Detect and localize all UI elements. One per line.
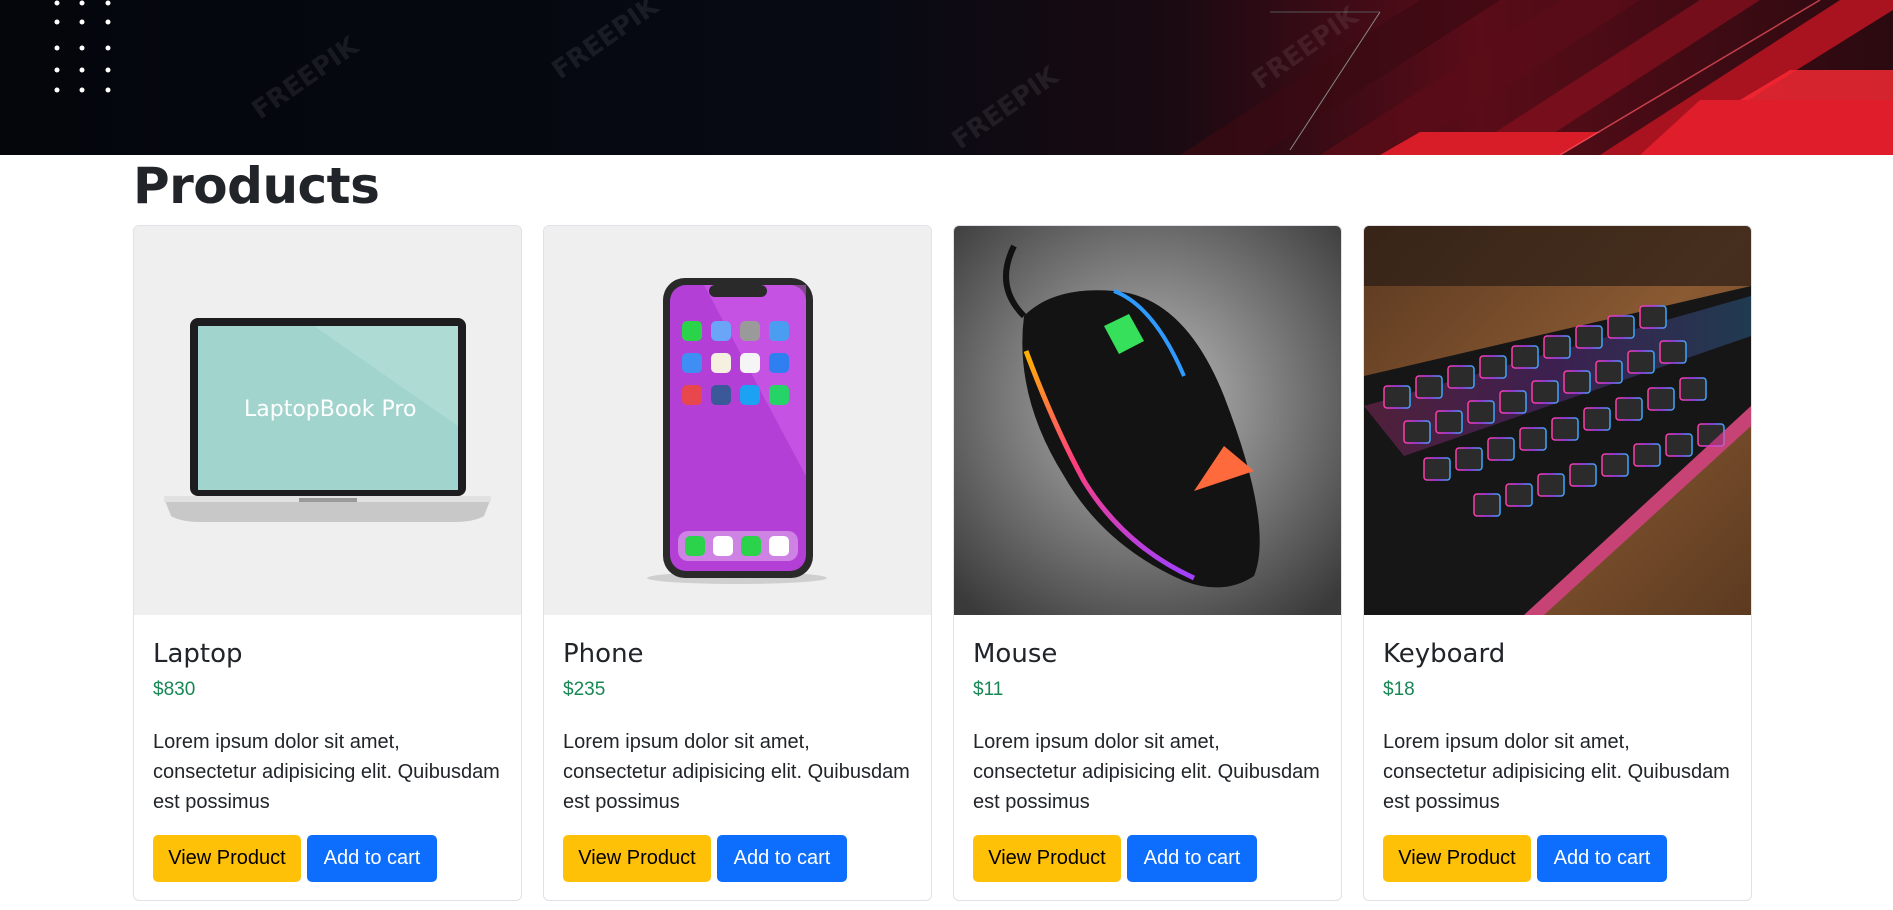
product-price: $235 [563,679,606,700]
view-product-button[interactable]: View Product [153,835,301,882]
product-name: Keyboard [1383,639,1506,669]
product-price: $18 [1383,679,1415,700]
product-card: Mouse $11 Lorem ipsum dolor sit amet, co… [953,225,1342,901]
product-name: Mouse [973,639,1058,669]
product-name: Laptop [153,639,243,669]
laptop-image: LaptopBook Pro [134,226,521,615]
product-description: Lorem ipsum dolor sit amet, consectetur … [973,731,1320,813]
add-to-cart-button[interactable]: Add to cart [307,835,437,882]
product-card: LaptopBook Pro Laptop $830 Lorem ipsum d… [133,225,522,901]
laptop-screen-text: LaptopBook Pro [244,397,416,422]
product-image[interactable] [954,226,1341,615]
product-card: Phone $235 Lorem ipsum dolor sit amet, c… [543,225,932,901]
phone-image [544,226,931,615]
view-product-button[interactable]: View Product [973,835,1121,882]
view-product-button[interactable]: View Product [563,835,711,882]
add-to-cart-button[interactable]: Add to cart [1537,835,1667,882]
svg-text:FREEPIK: FREEPIK [547,0,665,86]
watermark-text: FREEPIK [247,31,365,126]
product-card: Keyboard $18 Lorem ipsum dolor sit amet,… [1363,225,1752,901]
product-name: Phone [563,639,644,669]
svg-text:FREEPIK: FREEPIK [947,61,1065,155]
keyboard-image [1364,226,1751,615]
product-image[interactable] [544,226,931,615]
mouse-image [954,226,1341,615]
view-product-button[interactable]: View Product [1383,835,1531,882]
product-description: Lorem ipsum dolor sit amet, consectetur … [563,731,910,813]
product-description: Lorem ipsum dolor sit amet, consectetur … [1383,731,1730,813]
add-to-cart-button[interactable]: Add to cart [1127,835,1257,882]
product-image[interactable] [1364,226,1751,615]
header-banner: FREEPIK FREEPIK FREEPIK FREEPIK [0,0,1893,155]
add-to-cart-button[interactable]: Add to cart [717,835,847,882]
product-image[interactable]: LaptopBook Pro [134,226,521,615]
product-price: $830 [153,679,196,700]
product-description: Lorem ipsum dolor sit amet, consectetur … [153,731,500,813]
product-price: $11 [973,679,1004,700]
banner-graphic: FREEPIK FREEPIK FREEPIK FREEPIK [54,0,1893,155]
page-title: Products [133,157,380,215]
